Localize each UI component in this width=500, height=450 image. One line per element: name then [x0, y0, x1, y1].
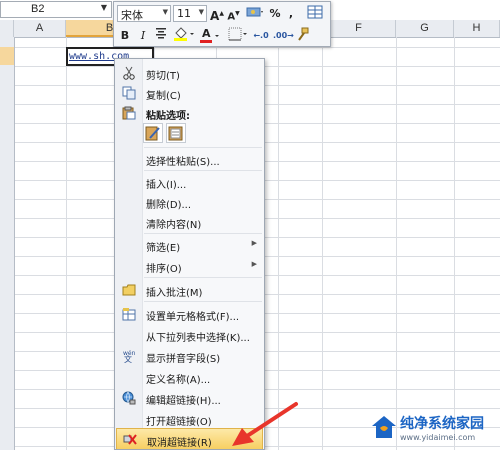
- copy-icon: [122, 86, 136, 100]
- menu-item-paste-options: 粘贴选项:: [116, 103, 263, 123]
- italic-button[interactable]: I: [136, 27, 150, 44]
- column-header-g[interactable]: G: [396, 20, 454, 37]
- format-cells-icon: [122, 308, 136, 321]
- menu-item-pick-from-list[interactable]: 从下拉列表中选择(K)...: [116, 325, 263, 345]
- paste-option-values[interactable]: [166, 123, 186, 143]
- menu-item-delete[interactable]: 删除(D)...: [116, 192, 263, 212]
- font-name-value: 宋体: [121, 9, 143, 22]
- chevron-right-icon: ▶: [251, 239, 257, 247]
- fill-color-button[interactable]: [172, 27, 196, 44]
- menu-item-define-name[interactable]: 定义名称(A)...: [116, 367, 263, 387]
- currency-format-button[interactable]: [245, 5, 265, 22]
- menu-item-insert[interactable]: 插入(I)...: [116, 172, 263, 192]
- grow-font-button[interactable]: A▲: [210, 5, 224, 23]
- bold-button[interactable]: B: [118, 27, 132, 44]
- increase-decimal-button[interactable]: ←.0: [252, 27, 270, 44]
- font-color-icon: [200, 35, 219, 43]
- svg-text:文: 文: [124, 354, 132, 363]
- font-size-value: 11: [177, 7, 191, 20]
- watermark-url: www.yidaimei.com: [400, 433, 476, 442]
- table-format-icon: [307, 5, 323, 19]
- context-menu: 剪切(T) 复制(C) 粘贴选项: 选择性粘贴(S)... 插入(I)... 删…: [114, 58, 265, 450]
- menu-item-clear-contents[interactable]: 清除内容(N): [116, 212, 263, 232]
- menu-item-filter[interactable]: 筛选(E) ▶: [116, 235, 263, 255]
- borders-button[interactable]: [227, 27, 249, 44]
- menu-item-copy[interactable]: 复制(C): [116, 83, 263, 103]
- center-align-button[interactable]: [153, 27, 169, 44]
- format-painter-button[interactable]: [294, 27, 312, 44]
- chevron-down-icon[interactable]: ▼: [101, 3, 107, 12]
- phonetic-icon: wén文: [123, 350, 136, 363]
- font-size-combo[interactable]: 11 ▼: [173, 5, 207, 22]
- comment-icon: [122, 284, 136, 296]
- chevron-down-icon[interactable]: ▼: [199, 8, 204, 16]
- comma-button[interactable]: ,: [285, 5, 297, 22]
- mini-toolbar: 宋体 ▼ 11 ▼ A▲ A▼ % , B I A ←.0 .00→: [113, 1, 331, 47]
- chevron-down-icon[interactable]: ▼: [163, 8, 168, 16]
- paste-option-keep-formatting[interactable]: [143, 123, 163, 143]
- watermark-title: 纯净系统家园: [400, 416, 484, 432]
- scissors-icon: [123, 66, 135, 80]
- menu-item-show-phonetic[interactable]: wén 文 显示拼音字段(S): [116, 346, 263, 366]
- row-headers[interactable]: [0, 37, 15, 450]
- menu-item-cut[interactable]: 剪切(T): [116, 63, 263, 83]
- column-header-h[interactable]: H: [454, 20, 500, 37]
- currency-icon: [246, 7, 263, 17]
- name-box-value: B2: [31, 3, 45, 15]
- percent-button[interactable]: %: [268, 5, 282, 22]
- menu-item-sort[interactable]: 排序(O) ▶: [116, 256, 263, 276]
- font-color-button[interactable]: A: [199, 27, 223, 44]
- decrease-decimal-button[interactable]: .00→: [273, 27, 294, 44]
- watermark-logo: 纯净系统家园 www.yidaimei.com: [370, 410, 500, 450]
- shrink-font-button[interactable]: A▼: [227, 5, 240, 22]
- house-logo-icon: [372, 416, 396, 438]
- paste-values-icon: [168, 126, 183, 141]
- clipboard-icon: [122, 106, 136, 120]
- paint-bucket-icon: [174, 27, 194, 41]
- chevron-right-icon: ▶: [251, 260, 257, 268]
- font-name-combo[interactable]: 宋体 ▼: [117, 5, 171, 22]
- red-pointer-arrow-icon: [232, 402, 298, 446]
- select-all-corner[interactable]: [0, 20, 14, 37]
- borders-icon: [228, 27, 247, 41]
- globe-link-icon: [122, 391, 136, 405]
- name-box[interactable]: B2 ▼: [0, 1, 112, 18]
- column-header-a[interactable]: A: [14, 20, 66, 37]
- menu-item-format-cells[interactable]: 设置单元格格式(F)...: [116, 304, 263, 324]
- align-center-icon: [156, 28, 166, 39]
- column-header-f[interactable]: F: [322, 20, 396, 37]
- paste-brush-icon: [145, 126, 160, 141]
- format-painter-table-button[interactable]: [304, 5, 326, 22]
- remove-link-icon: [123, 434, 137, 445]
- menu-item-insert-comment[interactable]: 插入批注(M): [116, 280, 263, 300]
- format-painter-icon: [298, 27, 309, 41]
- menu-item-paste-special[interactable]: 选择性粘贴(S)...: [116, 149, 263, 169]
